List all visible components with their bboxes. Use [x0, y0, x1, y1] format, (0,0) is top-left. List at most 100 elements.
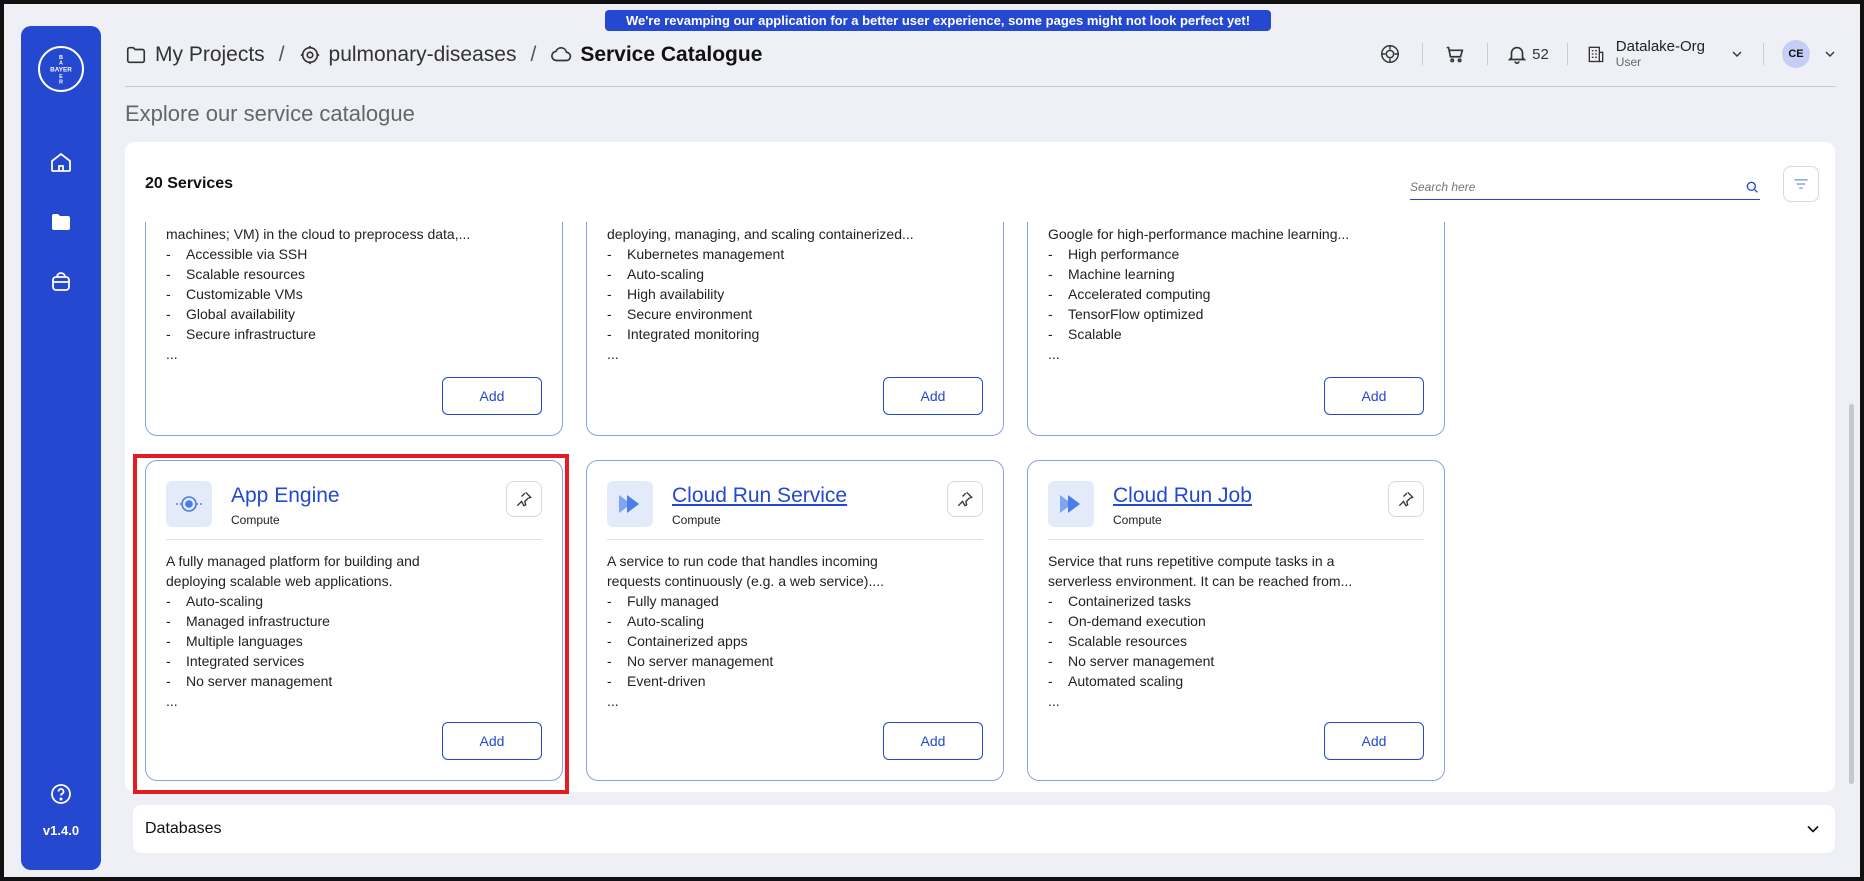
card-description: Google for high-performance machine lear…	[1048, 224, 1424, 364]
card-divider	[1048, 539, 1424, 540]
scrollbar[interactable]	[1849, 404, 1854, 784]
search-input[interactable]	[1410, 179, 1744, 194]
feature-item: Scalable resources	[166, 264, 542, 284]
page-title: Explore our service catalogue	[125, 101, 415, 126]
service-card: deploying, managing, and scaling contain…	[586, 222, 1004, 436]
breadcrumb: My Projects / pulmonary-diseases / Servi…	[125, 40, 762, 70]
header-actions: 52 Datalake-Org User CE	[1376, 34, 1838, 74]
pin-button[interactable]	[947, 481, 983, 517]
more-ellipsis: ...	[1048, 346, 1060, 362]
header-divider	[1487, 43, 1489, 65]
feature-item: Integrated services	[166, 651, 542, 671]
bayer-logo[interactable]: BAYER B A E R	[38, 46, 84, 92]
breadcrumb-separator: /	[278, 43, 285, 66]
notifications-button[interactable]: 52	[1506, 43, 1549, 65]
filter-button[interactable]	[1783, 166, 1819, 202]
pin-icon	[957, 491, 973, 507]
feature-item: Accessible via SSH	[166, 244, 542, 264]
card-divider	[166, 539, 542, 540]
header-divider-line	[125, 86, 1836, 87]
card-description-line: A fully managed platform for building an…	[166, 553, 420, 569]
header-divider	[1422, 43, 1424, 65]
chevron-down-icon	[1825, 51, 1835, 57]
header-divider	[1763, 43, 1764, 65]
card-description-line: serverless environment. It can be reache…	[1048, 573, 1353, 589]
org-name: Datalake-Org	[1615, 38, 1705, 56]
service-card-cloud-run-job: Cloud Run Job Compute Service that runs …	[1027, 460, 1445, 781]
card-description: deploying, managing, and scaling contain…	[607, 224, 983, 364]
feature-item: No server management	[607, 651, 983, 671]
more-ellipsis: ...	[1048, 693, 1060, 709]
feature-item: High availability	[607, 284, 983, 304]
card-description-line: Service that runs repetitive compute tas…	[1048, 553, 1335, 569]
org-switcher[interactable]: Datalake-Org User	[1586, 38, 1745, 69]
feature-item: Automated scaling	[1048, 671, 1424, 691]
cloud-run-icon	[607, 481, 653, 527]
breadcrumb-current-label: Service Catalogue	[580, 43, 763, 66]
chevron-down-icon	[1732, 51, 1742, 57]
card-description-line: deploying, managing, and scaling contain…	[607, 226, 914, 242]
add-button[interactable]: Add	[442, 722, 542, 760]
folder-icon	[126, 46, 146, 64]
add-button[interactable]: Add	[883, 377, 983, 415]
breadcrumb-my-projects-label: My Projects	[155, 43, 265, 66]
card-description: A service to run code that handles incom…	[607, 551, 983, 711]
card-title[interactable]: App Engine	[231, 484, 340, 508]
notification-count: 52	[1532, 45, 1549, 63]
pin-icon	[516, 491, 532, 507]
card-description-line: machines; VM) in the cloud to preprocess…	[166, 226, 471, 242]
revamp-banner: We're revamping our application for a be…	[605, 10, 1271, 31]
card-description: machines; VM) in the cloud to preprocess…	[166, 224, 542, 364]
add-button[interactable]: Add	[1324, 377, 1424, 415]
pin-button[interactable]	[506, 481, 542, 517]
feature-item: No server management	[1048, 651, 1424, 671]
feature-item: Fully managed	[607, 591, 983, 611]
settings-icon[interactable]	[1376, 40, 1404, 68]
more-ellipsis: ...	[607, 346, 619, 362]
pin-button[interactable]	[1388, 481, 1424, 517]
breadcrumb-project-label: pulmonary-diseases	[328, 43, 517, 66]
cloud-run-icon	[1048, 481, 1094, 527]
add-button[interactable]: Add	[883, 722, 983, 760]
breadcrumb-current: Service Catalogue	[550, 43, 762, 67]
bayer-cross-icon: BAYER B A E R	[50, 55, 72, 86]
chevron-down-icon	[1807, 825, 1819, 833]
feature-item: On-demand execution	[1048, 611, 1424, 631]
feature-item: Auto-scaling	[607, 611, 983, 631]
home-icon[interactable]	[49, 150, 73, 174]
project-gear-icon	[300, 45, 319, 65]
card-description-line: Google for high-performance machine lear…	[1048, 226, 1350, 242]
breadcrumb-separator: /	[530, 43, 537, 66]
bell-icon	[1507, 46, 1527, 64]
more-ellipsis: ...	[166, 693, 178, 709]
app-engine-icon	[166, 481, 212, 527]
feature-item: Containerized tasks	[1048, 591, 1424, 611]
databases-accordion[interactable]: Databases	[133, 805, 1835, 853]
feature-item: No server management	[166, 671, 542, 691]
feature-item: Containerized apps	[607, 631, 983, 651]
feature-item: High performance	[1048, 244, 1424, 264]
help-icon[interactable]	[49, 782, 73, 806]
feature-item: Secure infrastructure	[166, 324, 542, 344]
card-category: Compute	[672, 513, 721, 527]
services-count: 20 Services	[145, 175, 234, 192]
service-card: Google for high-performance machine lear…	[1027, 222, 1445, 436]
add-button[interactable]: Add	[442, 377, 542, 415]
search-icon[interactable]	[1744, 179, 1760, 195]
add-button[interactable]: Add	[1324, 722, 1424, 760]
feature-item: Auto-scaling	[607, 264, 983, 284]
breadcrumb-my-projects[interactable]: My Projects	[125, 43, 265, 67]
breadcrumb-project[interactable]: pulmonary-diseases	[299, 43, 517, 67]
card-category: Compute	[1113, 513, 1162, 527]
card-title[interactable]: Cloud Run Job	[1113, 484, 1252, 508]
feature-item: Accelerated computing	[1048, 284, 1424, 304]
projects-folder-icon[interactable]	[49, 210, 73, 234]
header-divider	[1566, 43, 1568, 65]
user-menu[interactable]: CE	[1782, 40, 1838, 68]
building-icon	[1588, 46, 1604, 63]
cart-icon[interactable]	[1441, 40, 1469, 68]
card-title[interactable]: Cloud Run Service	[672, 484, 847, 508]
feature-item: Integrated monitoring	[607, 324, 983, 344]
shopping-bag-icon[interactable]	[49, 270, 73, 294]
feature-item: Customizable VMs	[166, 284, 542, 304]
